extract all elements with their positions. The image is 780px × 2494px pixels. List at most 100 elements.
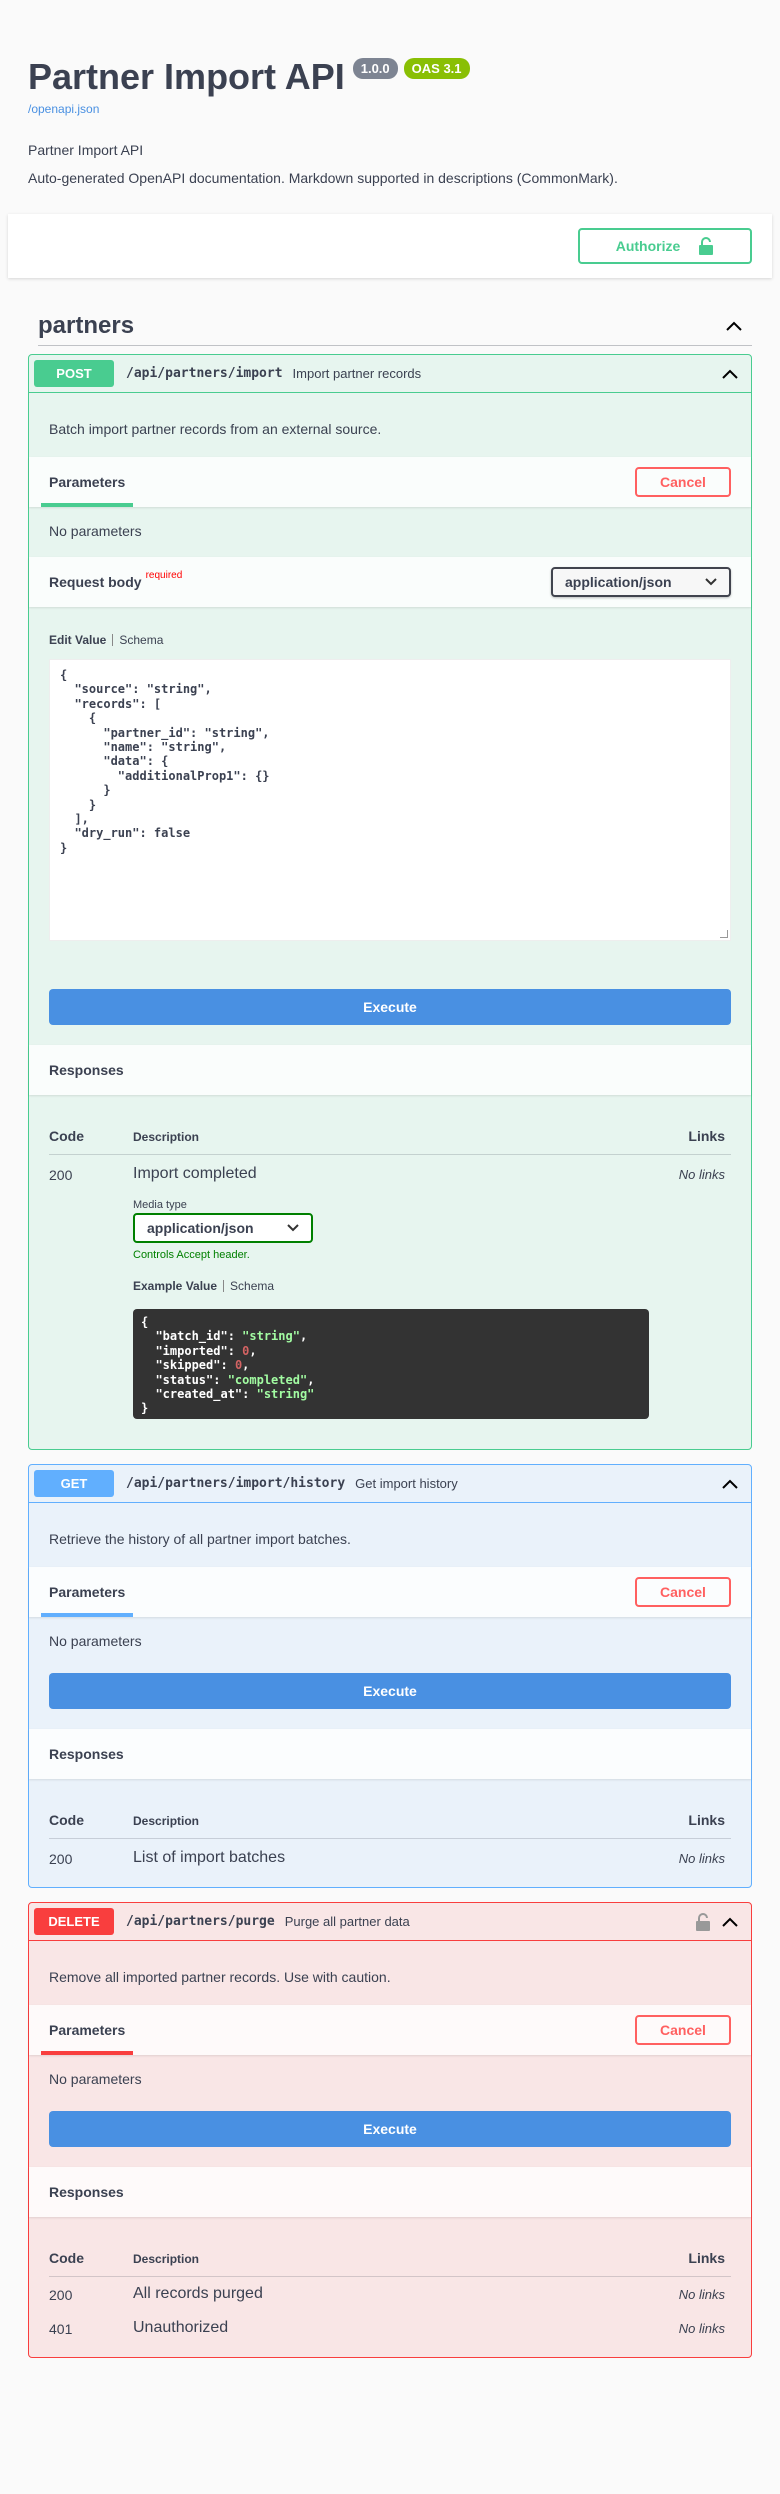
col-links: Links xyxy=(688,2250,725,2266)
response-links: No links xyxy=(678,2321,725,2336)
tag-header[interactable]: partners xyxy=(38,306,752,346)
execute-wrapper: Execute xyxy=(29,1667,751,1729)
request-body-text: { "source": "string", "records": [ { "pa… xyxy=(60,668,270,855)
chevron-up-icon[interactable] xyxy=(720,1474,740,1494)
response-detail: All records purged xyxy=(133,2285,661,2303)
media-type-label: Media type xyxy=(133,1199,187,1211)
oas-badge: OAS 3.1 xyxy=(403,58,470,79)
operation-description: Retrieve the history of all partner impo… xyxy=(49,1531,351,1547)
api-info: Partner Import API 1.0.0 OAS 3.1 /openap… xyxy=(0,0,780,186)
auth-bar: Authorize xyxy=(8,214,772,278)
chevron-up-icon[interactable] xyxy=(720,364,740,384)
schema-tab[interactable]: Schema xyxy=(119,633,163,647)
chevron-down-icon xyxy=(705,578,717,586)
col-code: Code xyxy=(49,1812,84,1828)
response-description: List of import batches xyxy=(133,1849,286,1866)
col-description: Description xyxy=(133,1130,200,1144)
col-links: Links xyxy=(688,1812,725,1828)
operation-summary-text: Get import history xyxy=(355,1476,458,1491)
response-description: Import completed xyxy=(133,1165,257,1182)
col-links: Links xyxy=(688,1128,725,1144)
operation-get-history: GET /api/partners/import/history Get imp… xyxy=(28,1464,752,1888)
request-body-label: Request body xyxy=(49,574,142,590)
api-description: Auto-generated OpenAPI documentation. Ma… xyxy=(28,170,618,186)
operation-path: /api/partners/purge xyxy=(126,1914,275,1929)
cancel-button[interactable]: Cancel xyxy=(635,2015,731,2045)
schema-tab[interactable]: Schema xyxy=(230,1279,274,1293)
response-links: No links xyxy=(678,1851,725,1866)
execute-button[interactable]: Execute xyxy=(49,2111,731,2147)
example-value-tab[interactable]: Example Value xyxy=(133,1279,217,1293)
json-key: "status" xyxy=(155,1372,214,1387)
responses-table: Code Description Links 200 List of impor… xyxy=(29,1779,751,1887)
no-parameters: No parameters xyxy=(49,523,142,539)
responses-table: Code Description Links 200 Import comple… xyxy=(29,1095,751,1449)
response-description: Unauthorized xyxy=(133,2319,229,2336)
operation-summary-text: Purge all partner data xyxy=(284,1914,410,1929)
json-value: 0 xyxy=(242,1343,250,1358)
response-detail: Import completed Media type application/… xyxy=(133,1165,661,1419)
response-row: 200 All records purged No links xyxy=(49,2277,731,2307)
json-key: "skipped" xyxy=(155,1358,221,1373)
json-value: "string" xyxy=(256,1387,315,1402)
chevron-up-icon[interactable] xyxy=(720,1912,740,1932)
responses-header: Responses xyxy=(29,1729,751,1779)
execute-button[interactable]: Execute xyxy=(49,1673,731,1709)
json-value: "string" xyxy=(242,1329,300,1344)
content-type-select[interactable]: application/json xyxy=(551,567,731,597)
response-detail: List of import batches xyxy=(133,1849,661,1867)
request-body-textarea[interactable]: { "source": "string", "records": [ { "pa… xyxy=(49,659,731,941)
parameters-header: Parameters Cancel xyxy=(29,1567,751,1617)
execute-wrapper: Execute xyxy=(29,941,751,1045)
response-code: 401 xyxy=(49,2321,73,2337)
example-tabs: Example Value Schema xyxy=(133,1279,661,1293)
unlock-icon xyxy=(699,237,714,255)
response-description: All records purged xyxy=(133,2285,263,2302)
resize-handle[interactable] xyxy=(720,930,728,938)
edit-value-tab[interactable]: Edit Value xyxy=(49,633,106,647)
col-code: Code xyxy=(49,2250,84,2266)
example-code-block: { "batch_id": "string", "imported": 0, "… xyxy=(133,1309,649,1419)
cancel-button[interactable]: Cancel xyxy=(635,1577,731,1607)
api-title: Partner Import API xyxy=(28,56,345,97)
chevron-up-icon[interactable] xyxy=(724,316,744,336)
execute-button[interactable]: Execute xyxy=(49,989,731,1025)
col-description: Description xyxy=(133,2252,200,2266)
operation-path: /api/partners/import/history xyxy=(126,1476,346,1491)
method-badge: POST xyxy=(34,360,114,387)
spec-link[interactable]: /openapi.json xyxy=(28,102,752,116)
response-code: 200 xyxy=(49,2287,73,2303)
response-row: 200 Import completed Media type applicat… xyxy=(49,1155,731,1429)
no-parameters: No parameters xyxy=(49,2071,142,2087)
accept-header-note: Controls Accept header. xyxy=(133,1249,250,1261)
lock-icon[interactable] xyxy=(696,1912,710,1931)
operation-summary[interactable]: DELETE /api/partners/purge Purge all par… xyxy=(29,1903,751,1941)
version-badge: 1.0.0 xyxy=(352,58,398,79)
json-value: 0 xyxy=(234,1358,243,1373)
request-body-header: Request body required application/json xyxy=(29,557,751,607)
required-mark: required xyxy=(145,570,183,581)
content-type-value: application/json xyxy=(565,574,672,590)
parameters-tab[interactable]: Parameters xyxy=(40,2005,134,2055)
response-code: 200 xyxy=(49,1167,73,1183)
json-key: "imported" xyxy=(155,1343,228,1358)
tab-divider xyxy=(223,1280,225,1292)
response-row: 200 List of import batches No links xyxy=(49,1839,731,1877)
operation-summary[interactable]: POST /api/partners/import Import partner… xyxy=(29,355,751,393)
chevron-down-icon xyxy=(287,1224,299,1232)
no-parameters: No parameters xyxy=(49,1633,142,1649)
operation-post-import: POST /api/partners/import Import partner… xyxy=(28,354,752,1450)
responses-table-header: Code Description Links xyxy=(49,2237,731,2277)
media-type-select[interactable]: application/json xyxy=(133,1213,313,1243)
tab-divider xyxy=(112,634,114,646)
authorize-button[interactable]: Authorize xyxy=(578,228,752,264)
operation-summary[interactable]: GET /api/partners/import/history Get imp… xyxy=(29,1465,751,1503)
request-body-title: Request body required xyxy=(49,570,182,590)
json-key: "batch_id" xyxy=(155,1329,228,1344)
responses-table-header: Code Description Links xyxy=(49,1115,731,1155)
cancel-button[interactable]: Cancel xyxy=(635,467,731,497)
responses-table-header: Code Description Links xyxy=(49,1799,731,1839)
parameters-tab[interactable]: Parameters xyxy=(40,1567,134,1617)
response-row: 401 Unauthorized No links xyxy=(49,2307,731,2347)
parameters-tab[interactable]: Parameters xyxy=(40,457,134,507)
